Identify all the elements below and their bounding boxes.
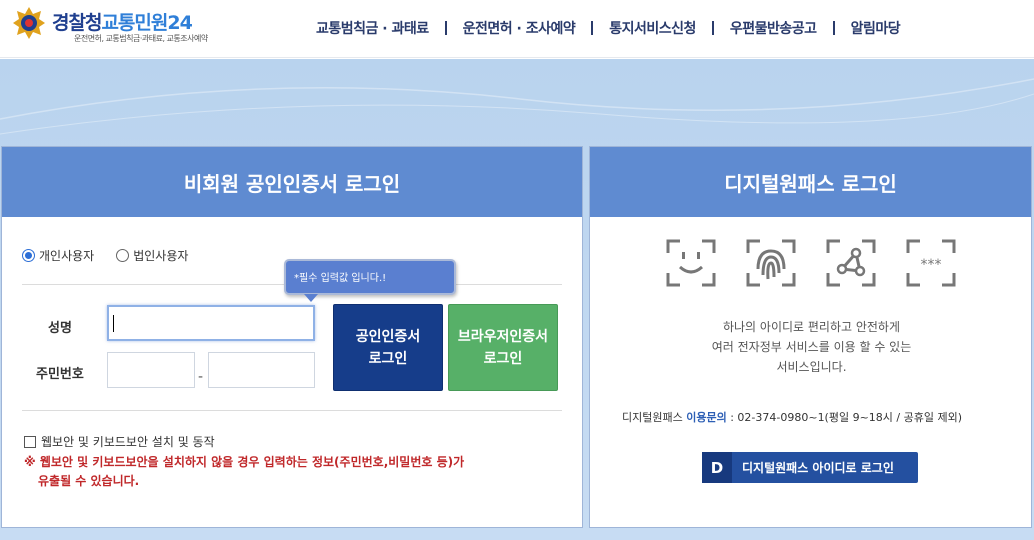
individual-user-radio[interactable] [22,249,35,262]
security-warning-line2: 유출될 수 있습니다. [38,474,140,488]
corporate-user-radio[interactable] [116,249,130,262]
text-caret [113,315,114,332]
nav-fines[interactable]: 교통범칙금 · 과태료 [300,18,445,38]
pattern-icon [826,239,876,287]
certificate-login-button[interactable]: 공인인증서 로그인 [333,304,443,391]
password-icon: *** [906,239,956,287]
certificate-login-title: 비회원 공인인증서 로그인 [2,147,582,217]
digital-onepass-panel: 디지털원패스 로그인 *** 하나의 아이디로 편리하고 안전하게 여러 전자정… [589,146,1032,528]
site-logo[interactable]: 경찰청교통민원24 운전면허, 교통범칙금·과태료, 교통조사예약 [12,6,252,50]
certificate-login-panel: 비회원 공인인증서 로그인 개인사용자 법인사용자 성명 주민번호 - *필수 … [1,146,583,528]
security-install-label[interactable]: 웹보안 및 키보드보안 설치 및 동작 [41,433,215,450]
browser-login-button-line2: 로그인 [483,350,523,367]
nav-license[interactable]: 운전면허 · 조사예약 [447,18,592,38]
onepass-login-button[interactable]: D 디지털원패스 아이디로 로그인 [702,452,918,483]
name-input[interactable] [107,305,315,341]
face-icon [666,239,716,287]
rrn-separator: - [198,369,204,385]
security-warning: ※ 웹보안 및 키보드보안을 설치하지 않을 경우 입력하는 정보(주민번호,비… [24,453,559,491]
certificate-login-button-line1: 공인인증서 [355,328,421,345]
logo-service-text: 교통민원24 [101,12,192,34]
inquiry-phone: : 02-374-0980~1(평일 9~18시 / 공휴일 제외) [730,411,963,424]
inquiry-label: 이용문의 [686,411,727,424]
digital-onepass-title: 디지털원패스 로그인 [590,147,1031,217]
onepass-inquiry: 디지털원패스 이용문의 : 02-374-0980~1(평일 9~18시 / 공… [622,409,962,425]
rrn-back-input[interactable] [208,352,315,388]
logo-police-text: 경찰청 [52,12,102,34]
onepass-description-line1: 하나의 아이디로 편리하고 안전하게 [722,320,901,334]
background-decoration [0,78,1034,135]
auth-method-icons: *** [666,239,956,289]
svg-text:***: *** [921,257,942,273]
rrn-label: 주민번호 [36,367,84,382]
nav-returned-mail[interactable]: 우편물반송공고 [714,18,833,38]
divider [22,410,562,411]
onepass-description-line3: 서비스입니다. [776,360,847,374]
name-label: 성명 [48,321,72,336]
individual-user-label[interactable]: 개인사용자 [39,247,94,264]
security-install-row: 웹보안 및 키보드보안 설치 및 동작 [24,433,215,450]
corporate-user-label[interactable]: 법인사용자 [133,247,188,264]
security-install-checkbox[interactable] [24,435,36,448]
rrn-front-input[interactable] [107,352,195,388]
browser-login-button-line1: 브라우저인증서 [457,328,549,345]
security-warning-line1: ※ 웹보안 및 키보드보안을 설치하지 않을 경우 입력하는 정보(주민번호,비… [24,455,465,469]
certificate-login-button-line2: 로그인 [368,350,408,367]
logo-subtitle: 운전면허, 교통범칙금·과태료, 교통조사예약 [74,34,208,43]
nav-notice-service[interactable]: 통지서비스신청 [593,18,712,38]
onepass-login-label: 디지털원패스 아이디로 로그인 [742,461,894,475]
fingerprint-icon [746,239,796,287]
user-type-radio-group: 개인사용자 법인사용자 [22,247,210,264]
required-field-tooltip: *필수 입력값 입니다.! [284,259,456,302]
onepass-logo-icon: D [702,452,732,483]
logo-title: 경찰청교통민원24 [52,8,193,35]
nav-notifications[interactable]: 알림마당 [835,18,917,38]
inquiry-prefix: 디지털원패스 [622,411,683,424]
onepass-description-line2: 여러 전자정부 서비스를 이용 할 수 있는 [711,340,912,354]
onepass-description: 하나의 아이디로 편리하고 안전하게 여러 전자정부 서비스를 이용 할 수 있… [590,317,1033,377]
site-header: 경찰청교통민원24 운전면허, 교통범칙금·과태료, 교통조사예약 교통범칙금 … [0,0,1034,58]
browser-certificate-login-button[interactable]: 브라우저인증서 로그인 [448,304,558,391]
main-nav: 교통범칙금 · 과태료 운전면허 · 조사예약 통지서비스신청 우편물반송공고 … [300,18,916,38]
police-emblem-icon [13,7,45,39]
